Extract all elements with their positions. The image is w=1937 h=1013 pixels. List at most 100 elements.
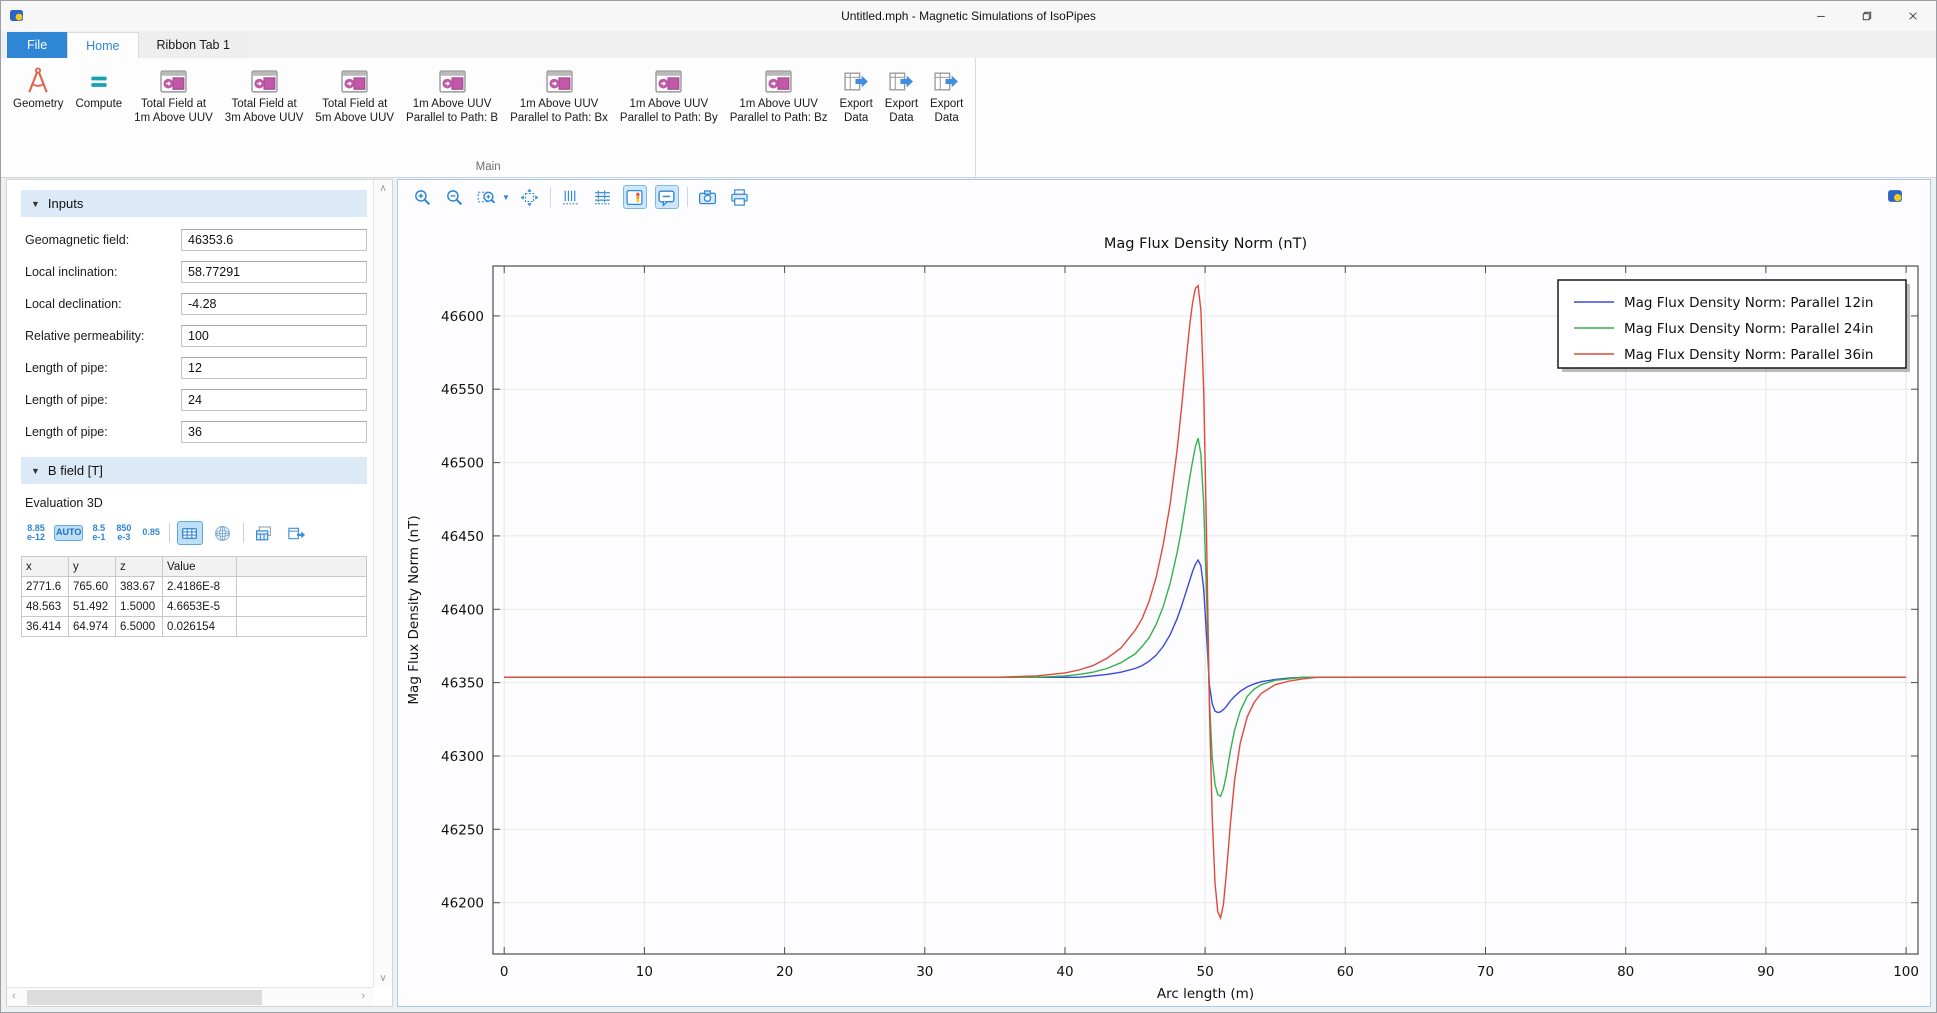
grid-button[interactable] (591, 185, 615, 209)
ribbon-button-label: ExportData (840, 98, 873, 126)
precision-0.85-button[interactable]: 0.85 (140, 525, 162, 540)
table-row[interactable]: 36.41464.9746.50000.026154 (22, 617, 367, 637)
sphere-button[interactable] (210, 521, 236, 545)
precision-8.85e-12-button[interactable]: 8.85e-12 (25, 521, 47, 546)
zoom-extents-icon (520, 188, 539, 207)
zoom-in-button[interactable] (410, 185, 434, 209)
section-header-bfield[interactable]: ▼ B field [T] (21, 457, 367, 484)
export-data-1-button[interactable]: ExportData (835, 62, 878, 128)
scroll-left-icon[interactable]: ‹ (12, 990, 16, 1002)
input-local-inclination[interactable] (181, 261, 367, 283)
ribbon-button-label: 1m Above UUVParallel to Path: Bz (730, 98, 828, 126)
export-table-button[interactable] (284, 521, 310, 545)
export-data-3-button[interactable]: ExportData (925, 62, 968, 128)
axis-ticks-button[interactable] (559, 185, 583, 209)
section-header-inputs[interactable]: ▼ Inputs (21, 190, 367, 217)
printer-icon (730, 188, 749, 207)
y-tick-label: 46550 (441, 382, 484, 398)
evaluation-toolbar: 8.85e-12 AUTO 8.5e-1 850e-3 0.85 (25, 520, 367, 546)
compute-button[interactable]: Compute (71, 62, 128, 114)
table-row[interactable]: 48.56351.4921.50004.6653E-5 (22, 597, 367, 617)
restore-button[interactable] (1844, 2, 1890, 30)
input-length-of-pipe-24[interactable] (181, 389, 367, 411)
table-cell (237, 617, 367, 637)
parallel-bz-button[interactable]: 1m Above UUVParallel to Path: Bz (725, 62, 833, 128)
zoom-extents-button[interactable] (518, 185, 542, 209)
horizontal-scrollbar[interactable]: ‹ › (7, 987, 373, 1006)
table-cell (237, 577, 367, 597)
tooltip-icon (657, 188, 676, 207)
table-cell: 48.563 (22, 597, 69, 617)
ribbon-button-label: Total Field at3m Above UUV (225, 98, 304, 126)
scroll-down-icon[interactable]: ∨ (374, 973, 392, 984)
scrollbar-thumb[interactable] (27, 990, 262, 1005)
zoom-box-button[interactable] (474, 185, 498, 209)
scroll-right-icon[interactable]: › (361, 990, 365, 1002)
ribbon-tab-bar: File HomeRibbon Tab 1 (1, 31, 1936, 58)
field-label-relative-permeability: Relative permeability: (25, 329, 181, 343)
table-header-z[interactable]: z (116, 557, 163, 577)
input-relative-permeability[interactable] (181, 325, 367, 347)
ribbon-button-label: 1m Above UUVParallel to Path: By (620, 98, 718, 126)
x-tick-label: 0 (500, 964, 509, 980)
table-header-y[interactable]: y (69, 557, 116, 577)
axis-ticks-icon (561, 188, 580, 207)
zoom-out-button[interactable] (442, 185, 466, 209)
scroll-up-icon[interactable]: ∧ (374, 183, 392, 194)
ribbon-group-label: Main (7, 158, 969, 177)
parallel-b-button[interactable]: 1m Above UUVParallel to Path: B (401, 62, 503, 128)
precision-auto-button[interactable]: AUTO (54, 525, 83, 540)
copy-table-icon (254, 524, 273, 543)
tab-ribbon-tab-1[interactable]: Ribbon Tab 1 (139, 32, 248, 58)
camera-button[interactable] (696, 185, 720, 209)
tab-home[interactable]: Home (67, 32, 138, 58)
chevron-down-icon[interactable]: ▼ (502, 193, 510, 202)
table-display-icon (180, 524, 199, 543)
tooltip-button[interactable] (655, 185, 679, 209)
table-header-filler (237, 557, 367, 577)
color-legend-button[interactable] (623, 185, 647, 209)
plot-window-icon (439, 70, 466, 93)
legend-entry: Mag Flux Density Norm: Parallel 24in (1624, 321, 1873, 337)
ribbon-button-label: Total Field at1m Above UUV (134, 98, 213, 126)
vertical-scrollbar[interactable]: ∧ ∨ (373, 180, 392, 987)
input-local-declination[interactable] (181, 293, 367, 315)
table-display-button[interactable] (177, 521, 203, 545)
tab-file[interactable]: File (7, 32, 67, 58)
input-geomagnetic-field[interactable] (181, 229, 367, 251)
toolbar-separator (687, 187, 688, 207)
color-legend-icon (625, 188, 644, 207)
total-field-3m-button[interactable]: Total Field at3m Above UUV (220, 62, 309, 128)
total-field-5m-button[interactable]: Total Field at5m Above UUV (310, 62, 399, 128)
total-field-1m-button[interactable]: Total Field at1m Above UUV (129, 62, 218, 128)
table-cell: 51.492 (69, 597, 116, 617)
input-length-of-pipe-36[interactable] (181, 421, 367, 443)
application-window: { "window": { "title": "Untitled.mph - M… (0, 0, 1937, 1013)
table-row[interactable]: 2771.6765.60383.672.4186E-8 (22, 577, 367, 597)
ribbon-button-label: Compute (76, 98, 123, 112)
sphere-icon (213, 524, 232, 543)
ribbon-button-label: 1m Above UUVParallel to Path: Bx (510, 98, 608, 126)
table-header-Value[interactable]: Value (163, 557, 237, 577)
copy-table-button[interactable] (251, 521, 277, 545)
precision-8.5e-1-button[interactable]: 8.5e-1 (90, 521, 107, 546)
ribbon: Geometry Compute Total Field at1m Above UU… (1, 58, 1936, 178)
x-tick-label: 10 (636, 964, 653, 980)
toolbar-separator (169, 523, 170, 543)
printer-button[interactable] (728, 185, 752, 209)
plot-canvas[interactable]: 0102030405060708090100462004625046300463… (398, 214, 1932, 1004)
export-data-icon (933, 70, 960, 93)
section-title: Inputs (48, 196, 83, 211)
input-length-of-pipe-12[interactable] (181, 357, 367, 379)
table-cell: 6.5000 (116, 617, 163, 637)
close-button[interactable] (1890, 2, 1936, 30)
window-title: Untitled.mph - Magnetic Simulations of I… (1, 9, 1936, 23)
minimize-button[interactable] (1798, 2, 1844, 30)
export-data-2-button[interactable]: ExportData (880, 62, 923, 128)
table-header-x[interactable]: x (22, 557, 69, 577)
y-tick-label: 46600 (441, 309, 484, 325)
precision-850e-3-button[interactable]: 850e-3 (114, 521, 133, 546)
geometry-button[interactable]: Geometry (8, 62, 69, 114)
parallel-by-button[interactable]: 1m Above UUVParallel to Path: By (615, 62, 723, 128)
parallel-bx-button[interactable]: 1m Above UUVParallel to Path: Bx (505, 62, 613, 128)
